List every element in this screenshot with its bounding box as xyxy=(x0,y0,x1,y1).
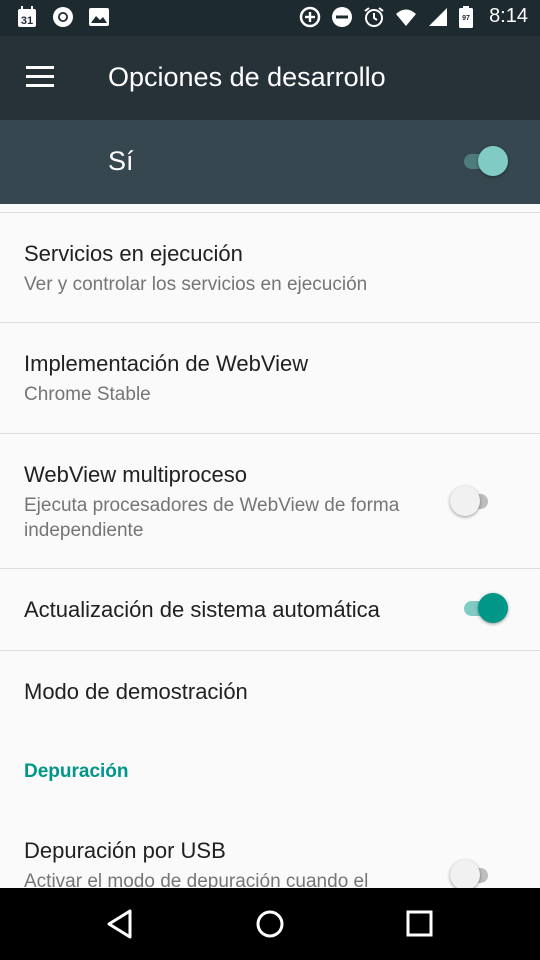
toolbar: Opciones de desarrollo xyxy=(0,36,540,120)
item-title: Implementación de WebView xyxy=(24,351,309,376)
webview-multiprocess-toggle[interactable] xyxy=(450,485,498,519)
menu-icon[interactable] xyxy=(26,66,56,90)
calendar-icon: 31 xyxy=(18,6,36,27)
list-item-auto-system-update[interactable]: Actualización de sistema automática xyxy=(0,569,540,650)
settings-list[interactable]: Servicios en ejecución Ver y controlar l… xyxy=(0,204,540,888)
do-not-disturb-icon xyxy=(332,6,353,27)
chrome-icon xyxy=(53,7,73,27)
recents-icon[interactable] xyxy=(400,906,440,942)
item-title: Modo de demostración xyxy=(24,679,248,704)
master-toggle[interactable] xyxy=(460,145,508,179)
photo-icon xyxy=(89,8,109,26)
back-icon[interactable] xyxy=(100,906,140,942)
cell-signal-icon xyxy=(429,7,448,26)
battery-icon: 97 xyxy=(459,5,474,28)
master-switch-label: Sí xyxy=(108,146,134,176)
auto-system-update-toggle[interactable] xyxy=(460,592,508,626)
alarm-icon xyxy=(364,6,384,27)
list-item-webview-multiprocess[interactable]: WebView multiproceso Ejecuta procesadore… xyxy=(0,434,540,568)
master-switch-bar[interactable]: Sí xyxy=(0,120,540,204)
navigation-bar xyxy=(0,888,540,960)
page-title: Opciones de desarrollo xyxy=(108,62,386,92)
wifi-icon xyxy=(396,9,417,26)
data-saver-icon xyxy=(299,6,321,27)
svg-text:97: 97 xyxy=(462,15,470,22)
item-title: Actualización de sistema automática xyxy=(24,597,380,622)
usb-debugging-toggle[interactable] xyxy=(450,859,498,888)
clock: 8:14 xyxy=(489,5,528,27)
home-icon[interactable] xyxy=(250,906,290,942)
item-title: Depuración por USB xyxy=(24,838,226,863)
svg-text:31: 31 xyxy=(21,15,33,27)
category-header-debugging: Depuración xyxy=(24,761,129,782)
item-title: WebView multiproceso xyxy=(24,462,247,487)
item-title: Servicios en ejecución xyxy=(24,241,243,266)
item-summary: Activar el modo de depuración cuando el xyxy=(24,871,369,888)
list-item-webview-implementation[interactable]: Implementación de WebView Chrome Stable xyxy=(0,323,540,433)
item-summary: Ejecuta procesadores de WebView de forma… xyxy=(24,495,400,541)
list-item-running-services[interactable]: Servicios en ejecución Ver y controlar l… xyxy=(0,213,540,323)
list-item-usb-debugging[interactable]: Depuración por USB Activar el modo de de… xyxy=(0,814,540,888)
list-item-demo-mode[interactable]: Modo de demostración xyxy=(0,651,540,737)
item-summary: Ver y controlar los servicios en ejecuci… xyxy=(24,274,368,295)
status-bar: 31 97 8:14 xyxy=(0,0,540,36)
item-summary: Chrome Stable xyxy=(24,384,151,405)
